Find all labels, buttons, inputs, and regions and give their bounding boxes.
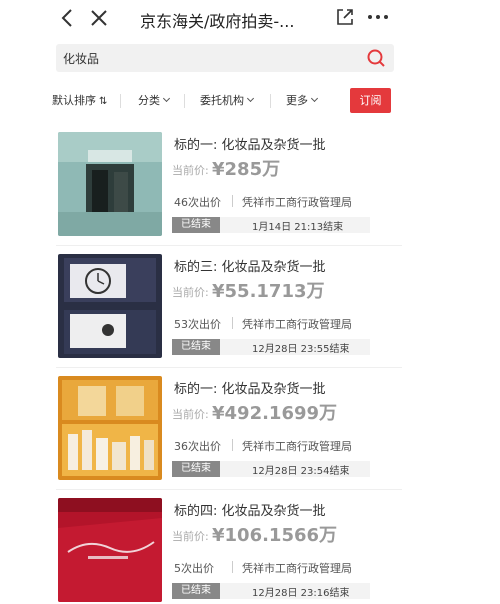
chevron-down-icon <box>246 94 255 103</box>
divider <box>270 94 271 108</box>
sort-filter[interactable]: 默认排序 ⇅ <box>52 92 107 108</box>
list-item[interactable]: 标的一: 化妆品及杂货一批 当前价: ¥285万 46次出价 凭祥市工商行政管理… <box>56 128 402 246</box>
list-item[interactable]: 标的四: 化妆品及杂货一批 当前价: ¥106.1566万 5次出价 凭祥市工商… <box>56 494 402 604</box>
bid-count: 53次出价 <box>174 318 221 331</box>
search-input[interactable]: 化妆品 <box>63 50 99 67</box>
subscribe-button[interactable]: 订阅 <box>350 88 391 113</box>
category-filter[interactable]: 分类 <box>138 92 171 108</box>
sort-icon: ⇅ <box>99 96 108 107</box>
price-label: 当前价: <box>172 286 209 299</box>
list-item[interactable]: 标的三: 化妆品及杂货一批 当前价: ¥55.1713万 53次出价 凭祥市工商… <box>56 250 402 368</box>
end-time: 1月14日 21:13结束 <box>252 222 344 233</box>
back-icon[interactable] <box>58 7 78 29</box>
share-icon[interactable] <box>334 6 356 28</box>
product-image <box>58 132 162 236</box>
end-time: 12月28日 23:55结束 <box>252 344 350 355</box>
page-title: 京东海关/政府拍卖-... <box>140 12 295 31</box>
bid-count: 46次出价 <box>174 196 221 209</box>
agency-filter-label: 委托机构 <box>200 94 244 107</box>
item-title: 标的四: 化妆品及杂货一批 <box>174 504 326 519</box>
chevron-down-icon <box>310 94 319 103</box>
item-title: 标的一: 化妆品及杂货一批 <box>174 138 326 153</box>
status-badge: 已结束 <box>172 339 220 355</box>
agency-filter[interactable]: 委托机构 <box>200 92 255 108</box>
close-icon[interactable] <box>88 7 110 29</box>
more-icon[interactable] <box>366 7 390 27</box>
item-title: 标的一: 化妆品及杂货一批 <box>174 382 326 397</box>
item-title: 标的三: 化妆品及杂货一批 <box>174 260 326 275</box>
search-icon[interactable] <box>366 48 386 68</box>
more-filter[interactable]: 更多 <box>286 92 319 108</box>
divider <box>232 561 233 573</box>
price-label: 当前价: <box>172 530 209 543</box>
bid-count: 36次出价 <box>174 440 221 453</box>
divider <box>232 195 233 207</box>
end-time: 12月28日 23:16结束 <box>252 588 350 599</box>
divider <box>120 94 121 108</box>
chevron-down-icon <box>162 94 171 103</box>
divider <box>232 317 233 329</box>
agency-name: 凭祥市工商行政管理局 <box>242 440 352 453</box>
search-bar[interactable]: 化妆品 <box>56 44 394 72</box>
current-price: ¥106.1566万 <box>212 525 338 546</box>
more-filter-label: 更多 <box>286 94 308 107</box>
status-bar: 已结束 12月28日 23:55结束 <box>172 339 370 355</box>
agency-name: 凭祥市工商行政管理局 <box>242 318 352 331</box>
status-bar: 已结束 1月14日 21:13结束 <box>172 217 370 233</box>
sort-filter-label: 默认排序 <box>52 94 96 107</box>
agency-name: 凭祥市工商行政管理局 <box>242 562 352 575</box>
list-item[interactable]: 标的一: 化妆品及杂货一批 当前价: ¥492.1699万 36次出价 凭祥市工… <box>56 372 402 490</box>
product-image <box>58 376 162 480</box>
product-image <box>58 498 162 602</box>
end-time: 12月28日 23:54结束 <box>252 466 350 477</box>
bid-count: 5次出价 <box>174 562 214 575</box>
category-filter-label: 分类 <box>138 94 160 107</box>
current-price: ¥55.1713万 <box>212 281 325 302</box>
price-label: 当前价: <box>172 408 209 421</box>
status-badge: 已结束 <box>172 461 220 477</box>
status-badge: 已结束 <box>172 583 220 599</box>
divider <box>184 94 185 108</box>
current-price: ¥285万 <box>212 159 281 180</box>
divider <box>232 439 233 451</box>
price-label: 当前价: <box>172 164 209 177</box>
status-bar: 已结束 12月28日 23:54结束 <box>172 461 370 477</box>
filter-bar: 默认排序 ⇅ 分类 委托机构 更多 <box>0 84 500 116</box>
status-badge: 已结束 <box>172 217 220 233</box>
status-bar: 已结束 12月28日 23:16结束 <box>172 583 370 599</box>
top-nav-bar: 京东海关/政府拍卖-... <box>0 0 500 38</box>
product-image <box>58 254 162 358</box>
current-price: ¥492.1699万 <box>212 403 338 424</box>
agency-name: 凭祥市工商行政管理局 <box>242 196 352 209</box>
